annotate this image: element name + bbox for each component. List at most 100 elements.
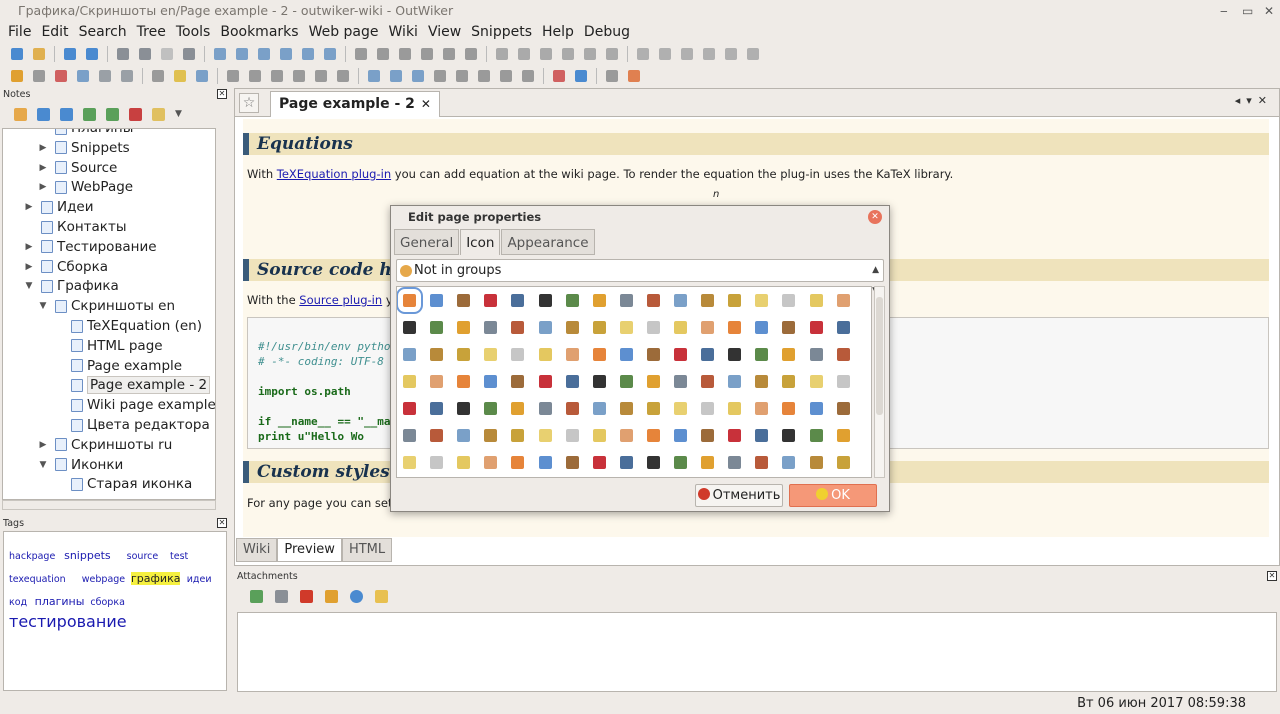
toolbar-tool-icon[interactable] (33, 70, 45, 82)
open-folder-icon[interactable] (375, 589, 388, 603)
toolbar-tool-icon[interactable] (337, 70, 349, 82)
tree-item[interactable]: ▶ Тестирование (23, 237, 157, 257)
tree-expander-icon[interactable]: ▶ (23, 202, 35, 212)
toolbar-tool-icon[interactable] (11, 70, 23, 82)
move-down-icon[interactable] (37, 107, 50, 121)
tree-item[interactable]: ▶ WebPage (37, 177, 134, 197)
barcode-icon[interactable] (457, 321, 471, 334)
book-icon[interactable] (565, 294, 579, 307)
tree-item[interactable]: Цвета редактора (53, 415, 210, 435)
scissors-icon[interactable] (592, 375, 606, 388)
brush-icon[interactable] (674, 294, 687, 307)
tag-link[interactable]: тестирование (9, 612, 127, 631)
window-icon[interactable] (430, 456, 444, 469)
remove-attachment-icon[interactable] (300, 589, 313, 603)
shroom-icon[interactable] (619, 456, 633, 469)
flask-icon[interactable] (457, 429, 471, 442)
cutlery-icon[interactable] (646, 375, 660, 388)
toolbar-tool-icon[interactable] (355, 48, 367, 60)
tab-wiki[interactable]: Wiki (236, 538, 278, 562)
anchor-icon[interactable] (511, 294, 525, 307)
kanji-icon[interactable] (836, 375, 850, 388)
toolbar-tool-icon[interactable] (324, 48, 336, 60)
door-icon[interactable] (755, 375, 769, 388)
rook-icon[interactable] (728, 348, 742, 361)
toolbar-tool-icon[interactable] (637, 48, 649, 60)
bluetooth-icon[interactable] (565, 321, 579, 334)
dialog-close-icon[interactable]: ✕ (868, 210, 882, 224)
chart-icon[interactable] (511, 348, 525, 361)
ball-icon[interactable] (457, 294, 471, 307)
leaf-icon[interactable] (457, 456, 471, 469)
calc-icon[interactable] (809, 321, 823, 334)
toolbar-tool-icon[interactable] (518, 48, 530, 60)
tag-link[interactable]: webpage (82, 574, 125, 585)
toolbar-tool-icon[interactable] (412, 70, 424, 82)
pin-icon[interactable] (674, 456, 687, 469)
tag-link[interactable]: test (170, 551, 188, 562)
chart-icon[interactable] (646, 348, 660, 361)
tree-icon[interactable] (592, 348, 606, 361)
scrollbar-thumb[interactable] (876, 297, 883, 415)
toolbar-tool-icon[interactable] (11, 48, 23, 60)
cake-icon[interactable] (538, 348, 552, 361)
page-icon[interactable] (430, 294, 444, 307)
box-icon[interactable] (755, 456, 769, 469)
toolbar-tool-icon[interactable] (280, 48, 292, 60)
toolbar-tool-icon[interactable] (681, 48, 693, 60)
tape-icon[interactable] (701, 456, 715, 469)
toolbar-tool-icon[interactable] (390, 70, 402, 82)
scroll-icon[interactable] (592, 402, 606, 415)
heart-icon[interactable] (674, 429, 687, 442)
tab-general[interactable]: General (394, 229, 460, 255)
tab-appearance[interactable]: Appearance (501, 229, 595, 255)
texequation-link[interactable]: TeXEquation plug-in (277, 167, 391, 181)
tree-item[interactable]: ▶ Source (37, 158, 118, 178)
symbol-icon[interactable] (397, 287, 423, 314)
tree-expander-icon[interactable]: ▼ (23, 281, 35, 291)
toolbar-tool-icon[interactable] (368, 70, 380, 82)
tree-expander-icon[interactable]: ▶ (37, 182, 49, 192)
tag-link[interactable]: идеи (187, 574, 212, 585)
tab-controls[interactable]: ◂▾✕ (1235, 94, 1273, 107)
pencil-icon[interactable] (674, 375, 687, 388)
toolbar-tool-icon[interactable] (399, 48, 411, 60)
toolbar-tool-icon[interactable] (33, 48, 45, 60)
cart-icon[interactable] (457, 348, 471, 361)
pawn-icon[interactable] (674, 348, 687, 361)
menu-edit[interactable]: Edit (36, 22, 73, 42)
globe-icon[interactable] (538, 429, 552, 442)
tree-item[interactable]: Старая иконка (53, 474, 192, 494)
tree-expander-icon[interactable]: ▶ (23, 242, 35, 252)
paper-icon[interactable] (809, 456, 823, 469)
menu-bookmarks[interactable]: Bookmarks (215, 22, 303, 42)
toolbar-tool-icon[interactable] (465, 48, 477, 60)
toolbar-tool-icon[interactable] (478, 70, 490, 82)
tab-preview[interactable]: Preview (277, 538, 342, 562)
go-home-icon[interactable] (14, 107, 27, 121)
bomb-icon[interactable] (619, 321, 633, 334)
screen-icon[interactable] (728, 429, 742, 442)
calendar-icon[interactable] (836, 321, 850, 334)
toolbar-tool-icon[interactable] (64, 48, 76, 60)
toolbar-tool-icon[interactable] (456, 70, 468, 82)
feather-icon[interactable] (728, 375, 742, 388)
toolbar-tool-icon[interactable] (434, 70, 446, 82)
clip-icon[interactable] (619, 294, 633, 307)
toolbar-tool-icon[interactable] (377, 48, 389, 60)
pilcrow-icon[interactable] (457, 402, 471, 415)
close-window-icon[interactable]: ✕ (1264, 0, 1274, 22)
wand-icon[interactable] (646, 294, 660, 307)
star-icon[interactable] (592, 294, 606, 307)
maximize-icon[interactable]: ▭ (1242, 0, 1253, 22)
flask-icon[interactable] (430, 429, 444, 442)
toolbar-tool-icon[interactable] (443, 48, 455, 60)
toolbar-tool-icon[interactable] (77, 70, 89, 82)
toolbar-tool-icon[interactable] (86, 48, 98, 60)
tag-link[interactable]: source (127, 551, 159, 562)
tag-link[interactable]: код (9, 597, 27, 608)
tag-link[interactable]: texequation (9, 574, 66, 585)
toolbar-tool-icon[interactable] (227, 70, 239, 82)
chart-icon[interactable] (565, 348, 579, 361)
chat-icon[interactable] (782, 294, 796, 307)
